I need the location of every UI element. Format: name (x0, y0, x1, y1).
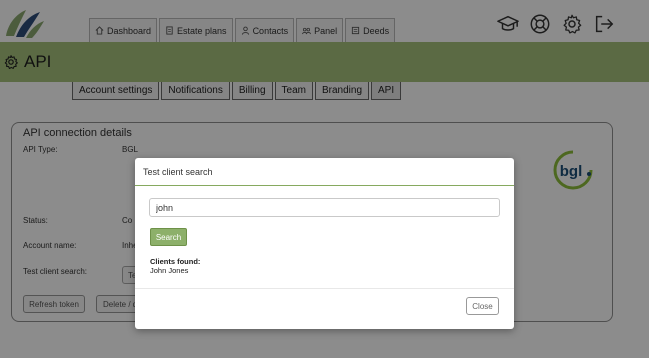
search-button[interactable]: Search (150, 228, 187, 246)
close-button[interactable]: Close (466, 297, 499, 315)
client-result-item: John Jones (150, 266, 189, 275)
modal-header: Test client search (135, 158, 514, 186)
modal-title: Test client search (143, 166, 213, 177)
clients-found-label: Clients found: (150, 257, 201, 266)
client-search-input[interactable] (149, 198, 500, 217)
test-client-search-modal: Test client search Search Clients found:… (135, 158, 514, 329)
modal-footer: Close (135, 288, 514, 329)
